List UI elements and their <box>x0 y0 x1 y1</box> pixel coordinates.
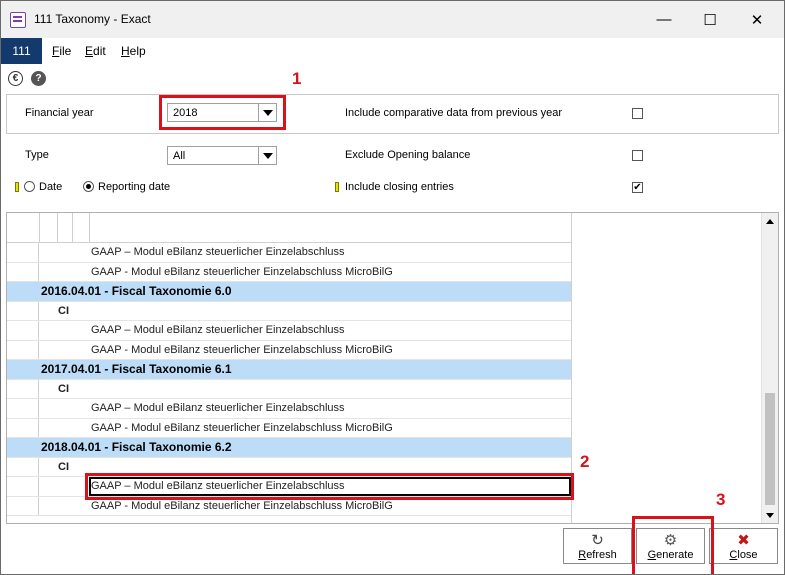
taxonomy-group-row[interactable]: 2018.04.01 - Fiscal Taxonomie 6.2 <box>7 438 571 458</box>
row-text: GAAP - Modul eBilanz steuerlicher Einzel… <box>91 499 393 512</box>
grid-header-column <box>89 213 90 243</box>
mandatory-marker-icon <box>15 182 19 192</box>
grid-empty-area <box>571 213 762 523</box>
grid-header-column <box>72 213 73 243</box>
annotation-box-3 <box>632 516 714 574</box>
window-title: 111 Taxonomy - Exact <box>34 12 151 26</box>
annotation-box-2 <box>85 473 574 500</box>
help-icon[interactable]: ? <box>31 71 46 86</box>
row-indicator-cell <box>7 340 39 359</box>
row-text: GAAP - Modul eBilanz steuerlicher Einzel… <box>91 343 393 356</box>
row-text: CI <box>58 382 69 395</box>
annotation-number-2: 2 <box>580 452 590 471</box>
comparative-data-checkbox[interactable] <box>632 108 643 119</box>
minimize-button[interactable]: — <box>641 1 687 38</box>
type-label: Type <box>25 149 49 161</box>
menu-bar: 111 File Edit Help <box>1 38 784 64</box>
mandatory-marker-icon <box>335 182 339 192</box>
taxonomy-item-row[interactable]: GAAP - Modul eBilanz steuerlicher Einzel… <box>7 418 571 438</box>
row-text: GAAP - Modul eBilanz steuerlicher Einzel… <box>91 265 393 278</box>
row-text: CI <box>58 460 69 473</box>
row-text: GAAP – Modul eBilanz steuerlicher Einzel… <box>91 246 345 258</box>
taxonomy-category-row[interactable]: CI <box>7 379 571 399</box>
scroll-down-icon[interactable] <box>762 507 778 523</box>
row-indicator-cell <box>7 418 39 437</box>
vertical-scrollbar[interactable] <box>761 213 778 523</box>
reporting-date-radio[interactable] <box>83 181 94 192</box>
menu-help[interactable]: Help <box>121 44 146 58</box>
closing-entries-checkbox[interactable]: ✔ <box>632 182 643 193</box>
annotation-number-1: 1 <box>292 69 302 88</box>
type-select[interactable]: All <box>167 146 277 165</box>
reporting-date-label: Reporting date <box>98 181 171 193</box>
taxonomy-item-row[interactable]: GAAP - Modul eBilanz steuerlicher Einzel… <box>7 340 571 360</box>
taxonomy-item-row[interactable]: GAAP – Modul eBilanz steuerlicher Einzel… <box>7 399 571 419</box>
row-text: GAAP – Modul eBilanz steuerlicher Einzel… <box>91 324 345 336</box>
grid-header-column <box>57 213 58 243</box>
app-icon <box>10 12 26 28</box>
chevron-down-icon[interactable] <box>258 147 276 164</box>
row-text: 2017.04.01 - Fiscal Taxonomie 6.1 <box>41 362 232 376</box>
toolbar: € ? <box>1 64 784 94</box>
exclude-opening-label: Exclude Opening balance <box>345 149 471 161</box>
menu-edit[interactable]: Edit <box>85 44 106 58</box>
taxonomy-window: 111 Taxonomy - Exact — ☐ ✕ 111 File Edit… <box>0 0 785 575</box>
row-indicator-cell <box>7 477 39 496</box>
annotation-number-3: 3 <box>716 490 726 509</box>
row-indicator-cell <box>7 399 39 418</box>
close-icon: ✖ <box>737 532 750 549</box>
row-indicator-cell <box>7 379 39 398</box>
taxonomy-item-row[interactable]: GAAP – Modul eBilanz steuerlicher Einzel… <box>7 243 571 263</box>
financial-year-label: Financial year <box>25 107 94 119</box>
taxonomy-category-row[interactable]: CI <box>7 301 571 321</box>
close-label: Close <box>729 549 758 561</box>
row-indicator-cell <box>7 321 39 340</box>
menu-file[interactable]: File <box>52 44 71 58</box>
currency-euro-icon[interactable]: € <box>8 71 23 86</box>
refresh-icon: ↻ <box>591 532 604 549</box>
closing-entries-label: Include closing entries <box>345 181 454 193</box>
row-text: 2016.04.01 - Fiscal Taxonomie 6.0 <box>41 284 232 298</box>
window-close-button[interactable]: ✕ <box>734 1 780 38</box>
row-indicator-cell <box>7 243 39 262</box>
row-indicator-cell <box>7 496 39 515</box>
maximize-button[interactable]: ☐ <box>687 1 733 38</box>
row-text: CI <box>58 304 69 317</box>
company-badge[interactable]: 111 <box>1 38 42 64</box>
date-radio[interactable] <box>24 181 35 192</box>
comparative-data-label: Include comparative data from previous y… <box>345 107 563 119</box>
exclude-opening-checkbox[interactable] <box>632 150 643 161</box>
refresh-button[interactable]: ↻ Refresh <box>563 528 632 564</box>
row-indicator-cell <box>7 262 39 281</box>
scroll-up-icon[interactable] <box>762 213 778 229</box>
scrollbar-thumb[interactable] <box>765 393 775 505</box>
taxonomy-group-row[interactable]: 2016.04.01 - Fiscal Taxonomie 6.0 <box>7 282 571 302</box>
grid-header <box>7 213 571 243</box>
row-indicator-cell <box>7 301 39 320</box>
date-radio-label: Date <box>39 181 63 193</box>
grid-header-column <box>39 213 40 243</box>
taxonomy-item-row[interactable]: GAAP - Modul eBilanz steuerlicher Einzel… <box>7 262 571 282</box>
close-button[interactable]: ✖ Close <box>709 528 778 564</box>
title-bar: 111 Taxonomy - Exact — ☐ ✕ <box>1 1 784 38</box>
row-text: 2018.04.01 - Fiscal Taxonomie 6.2 <box>41 440 232 454</box>
row-text: GAAP – Modul eBilanz steuerlicher Einzel… <box>91 402 345 414</box>
taxonomy-group-row[interactable]: 2017.04.01 - Fiscal Taxonomie 6.1 <box>7 360 571 380</box>
taxonomy-item-row[interactable]: GAAP – Modul eBilanz steuerlicher Einzel… <box>7 321 571 341</box>
annotation-box-1 <box>159 95 286 130</box>
row-text: GAAP - Modul eBilanz steuerlicher Einzel… <box>91 421 393 434</box>
row-indicator-cell <box>7 457 39 476</box>
refresh-label: Refresh <box>578 549 617 561</box>
